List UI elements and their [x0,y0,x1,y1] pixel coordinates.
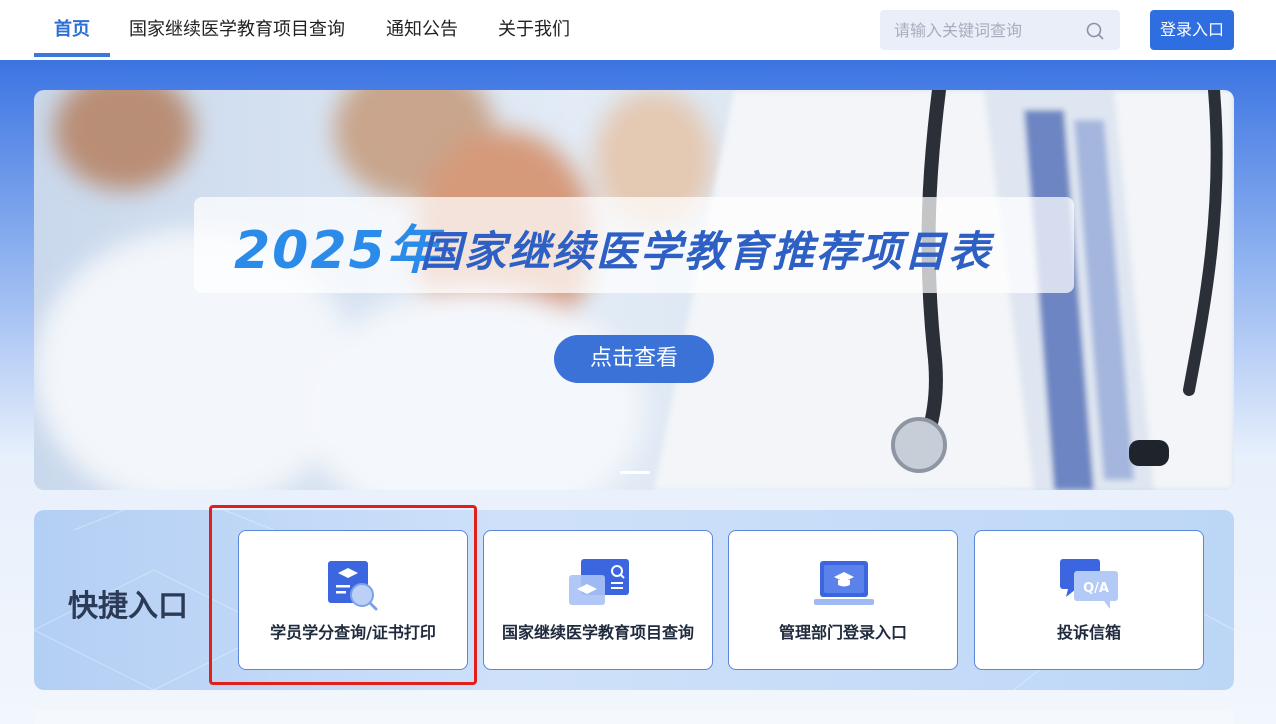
banner-title: 国家继续医学教育推荐项目表 [420,227,993,276]
top-nav-bar: 首页 国家继续医学教育项目查询 通知公告 关于我们 登录入口 [0,0,1276,60]
qa-complaint-icon: Q/A [1060,559,1118,609]
card-complaint-mailbox[interactable]: Q/A 投诉信箱 [974,530,1204,670]
card-admin-login[interactable]: 管理部门登录入口 [728,530,958,670]
card-credit-query[interactable]: 学员学分查询/证书打印 [238,530,468,670]
nav-notices[interactable]: 通知公告 [376,0,468,58]
search-input[interactable] [880,10,1080,50]
nav-project-query[interactable]: 国家继续医学教育项目查询 [120,0,354,58]
project-search-icon [569,559,629,605]
banner-year: 2025年 [234,221,441,281]
login-button[interactable]: 登录入口 [1150,10,1234,50]
hero-banner[interactable]: 2025年 国家继续医学教育推荐项目表 点击查看 [34,90,1234,490]
card-project-query-label: 国家继续医学教育项目查询 [501,623,694,642]
credit-search-icon [328,561,378,611]
nav-home[interactable]: 首页 [34,0,110,58]
nav-about-us[interactable]: 关于我们 [488,0,580,58]
svg-text:Q/A: Q/A [1083,581,1109,596]
card-credit-query-label: 学员学分查询/证书打印 [270,623,436,642]
carousel-indicator[interactable] [620,471,650,474]
view-details-button[interactable]: 点击查看 [554,335,714,383]
card-project-query[interactable]: 国家继续医学教育项目查询 [483,530,713,670]
nav-active-underline [34,53,110,57]
card-complaint-mailbox-label: 投诉信箱 [1056,623,1121,642]
next-section-edge [34,710,1234,724]
search-icon[interactable] [1084,20,1106,42]
quick-entry-title: 快捷入口 [68,589,188,624]
card-admin-login-label: 管理部门登录入口 [778,623,907,642]
admin-login-icon [814,561,874,605]
